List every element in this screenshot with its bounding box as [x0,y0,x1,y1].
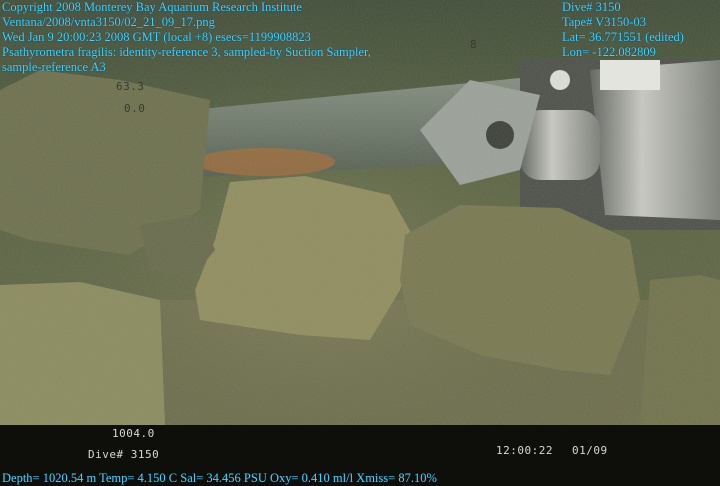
hud-date-overlay: 01/09 [572,444,608,457]
dive-number: Dive# 3150 [562,0,621,14]
video-frame: 63.3 0.0 8 1004.0 Dive# 3150 12:00:22 01… [0,0,720,486]
seafloor-scene [0,0,720,486]
ctd-readout-line: Depth= 1020.54 m Temp= 4.150 C Sal= 34.4… [2,471,437,485]
copyright-line: Copyright 2008 Monterey Bay Aquarium Res… [2,0,302,14]
latitude: Lat= 36.771551 (edited) [562,30,684,44]
depth-readout-overlay: 1004.0 [112,427,155,440]
sample-reference-line: sample-reference A3 [2,60,106,74]
heading-readout: 63.3 [116,80,145,93]
tape-number: Tape# V3150-03 [562,15,646,29]
longitude: Lon= -122.082809 [562,45,656,59]
filename-line: Ventana/2008/vnta3150/02_21_09_17.png [2,15,215,29]
dive-label-overlay: Dive# 3150 [88,448,160,461]
hud-time-overlay: 12:00:22 [496,444,553,457]
timestamp-line: Wed Jan 9 20:00:23 2008 GMT (local +8) e… [2,30,311,44]
film-grain [0,0,720,486]
tilt-readout: 0.0 [124,102,146,115]
marker-readout: 8 [470,38,478,51]
species-line: Psathyrometra fragilis: identity-referen… [2,45,371,59]
